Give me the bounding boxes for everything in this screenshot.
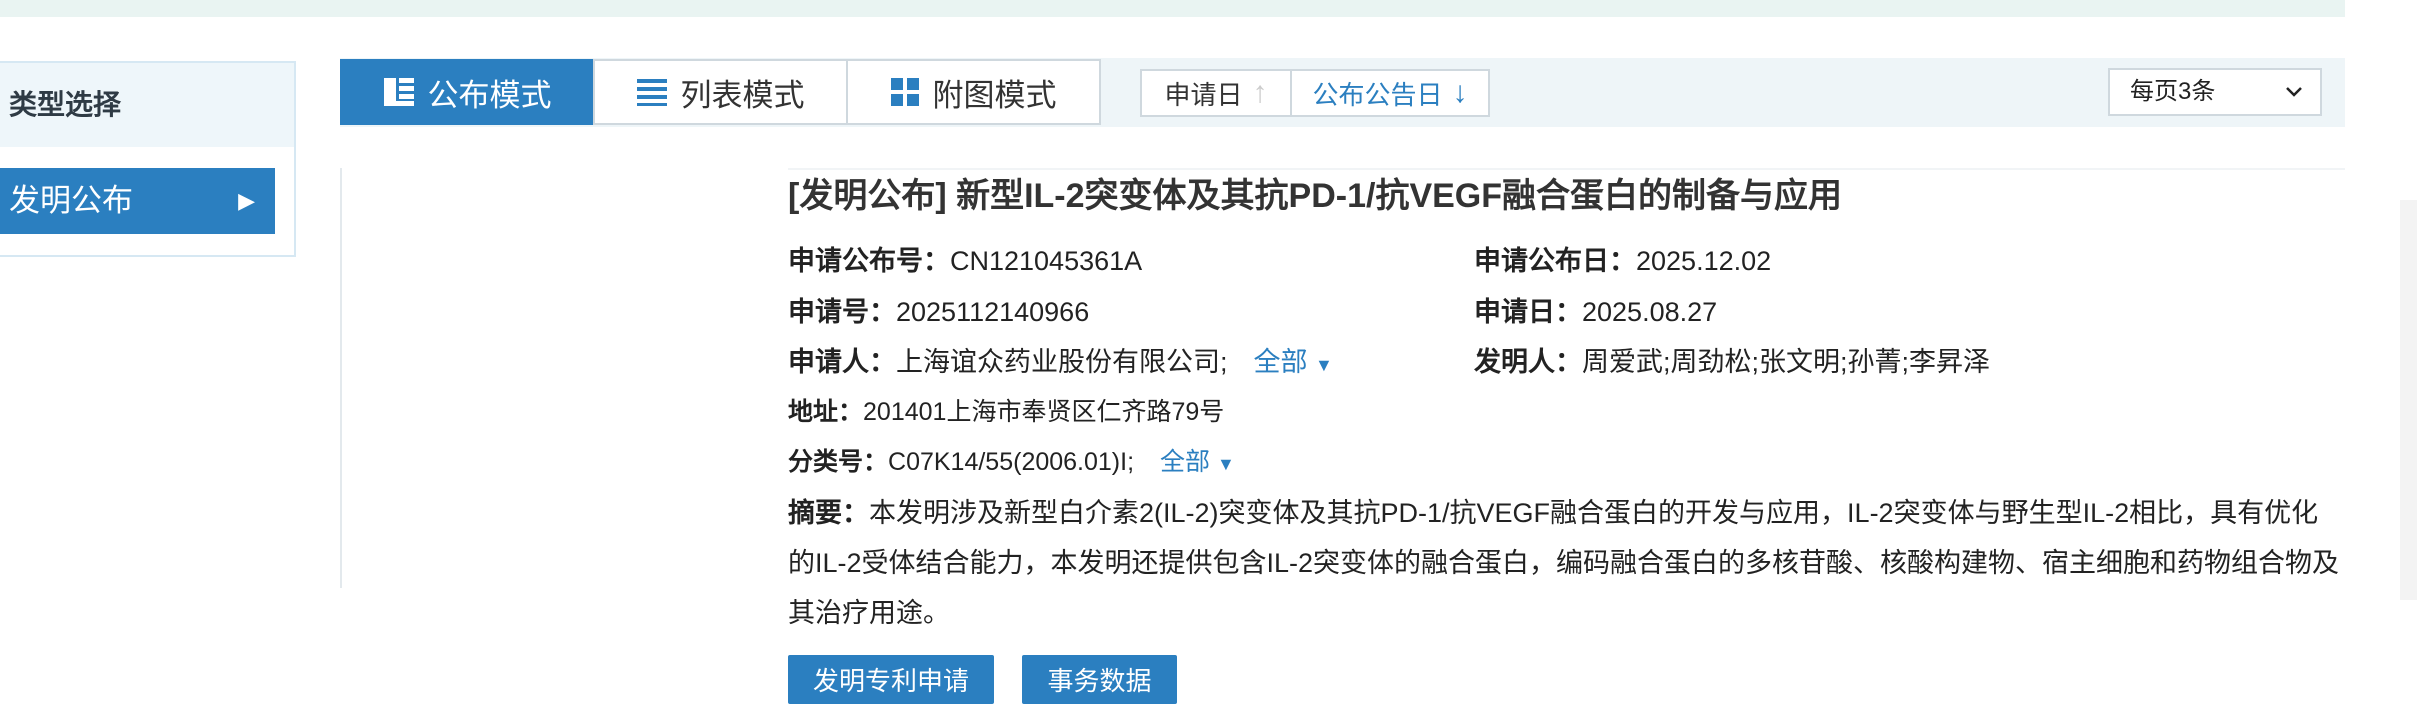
application-number-label: 申请号： bbox=[788, 297, 896, 327]
classification-value: C07K14/55(2006.01)I; bbox=[888, 448, 1135, 476]
invention-application-button[interactable]: 发明专利申请 bbox=[788, 655, 994, 704]
classification-label: 分类号： bbox=[788, 448, 889, 476]
type-item-label: 发明公布 bbox=[9, 183, 133, 218]
show-all-label: 全部 bbox=[1253, 347, 1308, 377]
abstract-block: 摘要：本发明涉及新型白介素2(IL-2)突变体及其抗PD-1/抗VEGF融合蛋白… bbox=[788, 488, 2343, 638]
type-filter-panel: 类型选择 发明公布 ▶ bbox=[0, 61, 296, 257]
sort-publication-date-label: 公布公告日 bbox=[1312, 79, 1443, 110]
arrow-up-icon: ↑ bbox=[1252, 76, 1268, 109]
type-item-invention-publication[interactable]: 发明公布 ▶ bbox=[0, 168, 275, 234]
address-label: 地址： bbox=[788, 398, 864, 426]
show-all-label: 全部 bbox=[1160, 448, 1211, 476]
publish-mode-icon bbox=[383, 78, 414, 106]
publication-date-value: 2025.12.02 bbox=[1636, 246, 1772, 276]
result-title[interactable]: [发明公布] 新型IL-2突变体及其抗PD-1/抗VEGF融合蛋白的制备与应用 bbox=[788, 168, 1842, 217]
page-scrollbar[interactable] bbox=[2400, 200, 2417, 600]
abstract-label: 摘要： bbox=[788, 498, 869, 528]
result-divider bbox=[340, 168, 342, 588]
publication-number-value: CN121045361A bbox=[950, 246, 1143, 276]
application-number-field: 申请号：2025112140966 bbox=[788, 290, 1089, 329]
transaction-data-button[interactable]: 事务数据 bbox=[1022, 655, 1177, 704]
publication-date-label: 申请公布日： bbox=[1474, 246, 1636, 276]
application-date-value: 2025.08.27 bbox=[1582, 297, 1718, 327]
inventor-label: 发明人： bbox=[1474, 347, 1582, 377]
applicant-show-all-link[interactable]: 全部 ▼ bbox=[1254, 347, 1333, 377]
applicant-value: 上海谊众药业股份有限公司; bbox=[896, 347, 1228, 377]
application-number-value: 2025112140966 bbox=[896, 297, 1090, 327]
classification-show-all-link[interactable]: 全部 ▼ bbox=[1160, 448, 1235, 476]
tab-list-mode-label: 列表模式 bbox=[680, 77, 805, 113]
chevron-right-icon: ▶ bbox=[238, 188, 255, 213]
per-page-select[interactable]: 每页3条 bbox=[2108, 68, 2322, 116]
caret-down-icon: ▼ bbox=[1315, 355, 1333, 375]
result-toolbar: 公布模式 列表模式 附图模式 申请日 ↑ 公布公告日 ↓ bbox=[340, 58, 2345, 127]
top-band bbox=[0, 0, 2345, 17]
sort-application-date-label: 申请日 bbox=[1164, 79, 1243, 110]
inventor-value: 周爱武;周劲松;张文明;孙菁;李昇泽 bbox=[1582, 347, 1991, 377]
list-icon bbox=[636, 78, 667, 106]
tab-image-mode[interactable]: 附图模式 bbox=[846, 59, 1101, 125]
address-field: 地址：201401上海市奉贤区仁齐路79号 bbox=[788, 392, 1224, 428]
abstract-text: 本发明涉及新型白介素2(IL-2)突变体及其抗PD-1/抗VEGF融合蛋白的开发… bbox=[788, 498, 2340, 628]
inventor-field: 发明人：周爱武;周劲松;张文明;孙菁;李昇泽 bbox=[1474, 340, 1990, 379]
grid-icon bbox=[890, 78, 919, 106]
publication-number-field: 申请公布号：CN121045361A bbox=[788, 239, 1142, 278]
chevron-down-icon bbox=[2284, 70, 2304, 129]
address-value: 201401上海市奉贤区仁齐路79号 bbox=[863, 398, 1225, 426]
application-date-field: 申请日：2025.08.27 bbox=[1474, 290, 1717, 329]
application-date-label: 申请日： bbox=[1474, 297, 1582, 327]
type-filter-header: 类型选择 bbox=[0, 63, 294, 147]
tab-list-mode[interactable]: 列表模式 bbox=[593, 59, 848, 125]
publication-number-label: 申请公布号： bbox=[788, 246, 950, 276]
classification-field: 分类号：C07K14/55(2006.01)I; 全部 ▼ bbox=[788, 442, 1235, 478]
applicant-field: 申请人：上海谊众药业股份有限公司; 全部 ▼ bbox=[788, 340, 1333, 379]
sort-by-application-date[interactable]: 申请日 ↑ bbox=[1140, 69, 1292, 117]
arrow-down-icon: ↓ bbox=[1452, 76, 1468, 109]
tab-publish-mode[interactable]: 公布模式 bbox=[340, 59, 595, 125]
sort-by-publication-date[interactable]: 公布公告日 ↓ bbox=[1290, 69, 1490, 117]
per-page-value: 每页3条 bbox=[2130, 78, 2216, 105]
tab-image-mode-label: 附图模式 bbox=[932, 77, 1057, 113]
tab-publish-mode-label: 公布模式 bbox=[427, 77, 552, 113]
applicant-label: 申请人： bbox=[788, 347, 896, 377]
publication-date-field: 申请公布日：2025.12.02 bbox=[1474, 239, 1771, 278]
caret-down-icon: ▼ bbox=[1217, 454, 1235, 474]
